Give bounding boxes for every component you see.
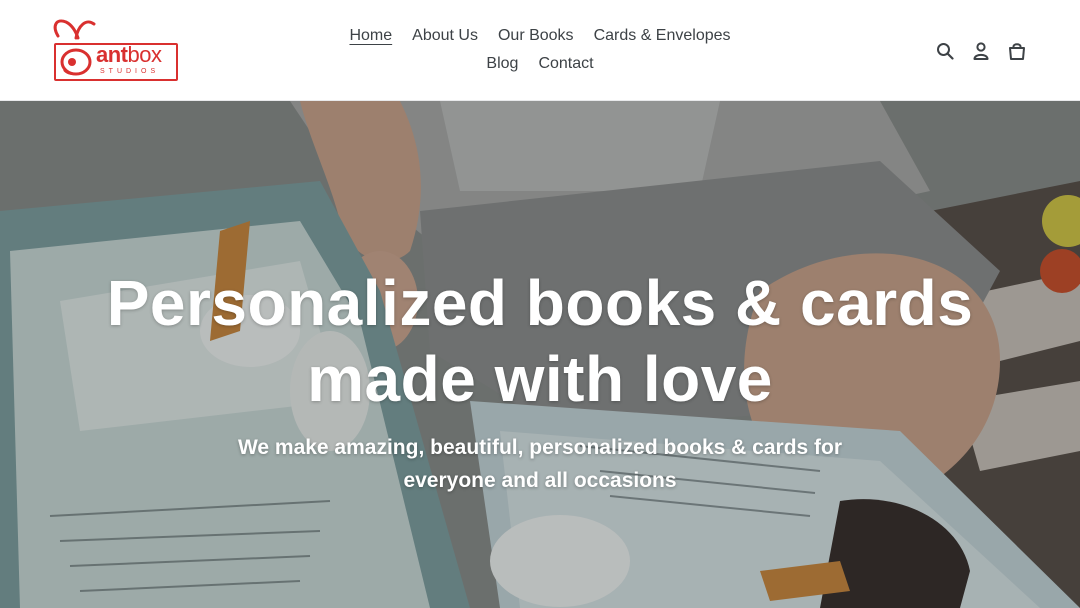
nav-item-about-us[interactable]: About Us [402, 22, 488, 50]
hero-title-line-2: made with love [307, 343, 773, 415]
hero-title: Personalized books & cards made with lov… [90, 265, 990, 417]
nav-item-our-books[interactable]: Our Books [488, 22, 584, 50]
search-icon[interactable] [934, 38, 956, 64]
logo[interactable]: antbox STUDIOS [50, 16, 180, 84]
hero-text: Personalized books & cards made with lov… [90, 265, 990, 497]
nav-item-blog[interactable]: Blog [476, 50, 528, 78]
logo-wordmark: antbox [96, 42, 162, 67]
main-nav: Home About Us Our Books Cards & Envelope… [320, 22, 760, 78]
logo-tagline: STUDIOS [100, 68, 160, 75]
nav-item-cards-envelopes[interactable]: Cards & Envelopes [584, 22, 741, 50]
hero-banner: Personalized books & cards made with lov… [0, 101, 1080, 608]
site-header: antbox STUDIOS Home About Us Our Books C… [0, 0, 1080, 101]
nav-item-home[interactable]: Home [339, 22, 402, 50]
hero-title-line-1: Personalized books & cards [106, 267, 974, 339]
cart-icon[interactable] [1006, 38, 1028, 64]
header-icons [934, 38, 1028, 64]
hero-subtitle: We make amazing, beautiful, personalized… [237, 436, 843, 492]
nav-item-contact[interactable]: Contact [528, 50, 603, 78]
account-icon[interactable] [970, 38, 992, 64]
